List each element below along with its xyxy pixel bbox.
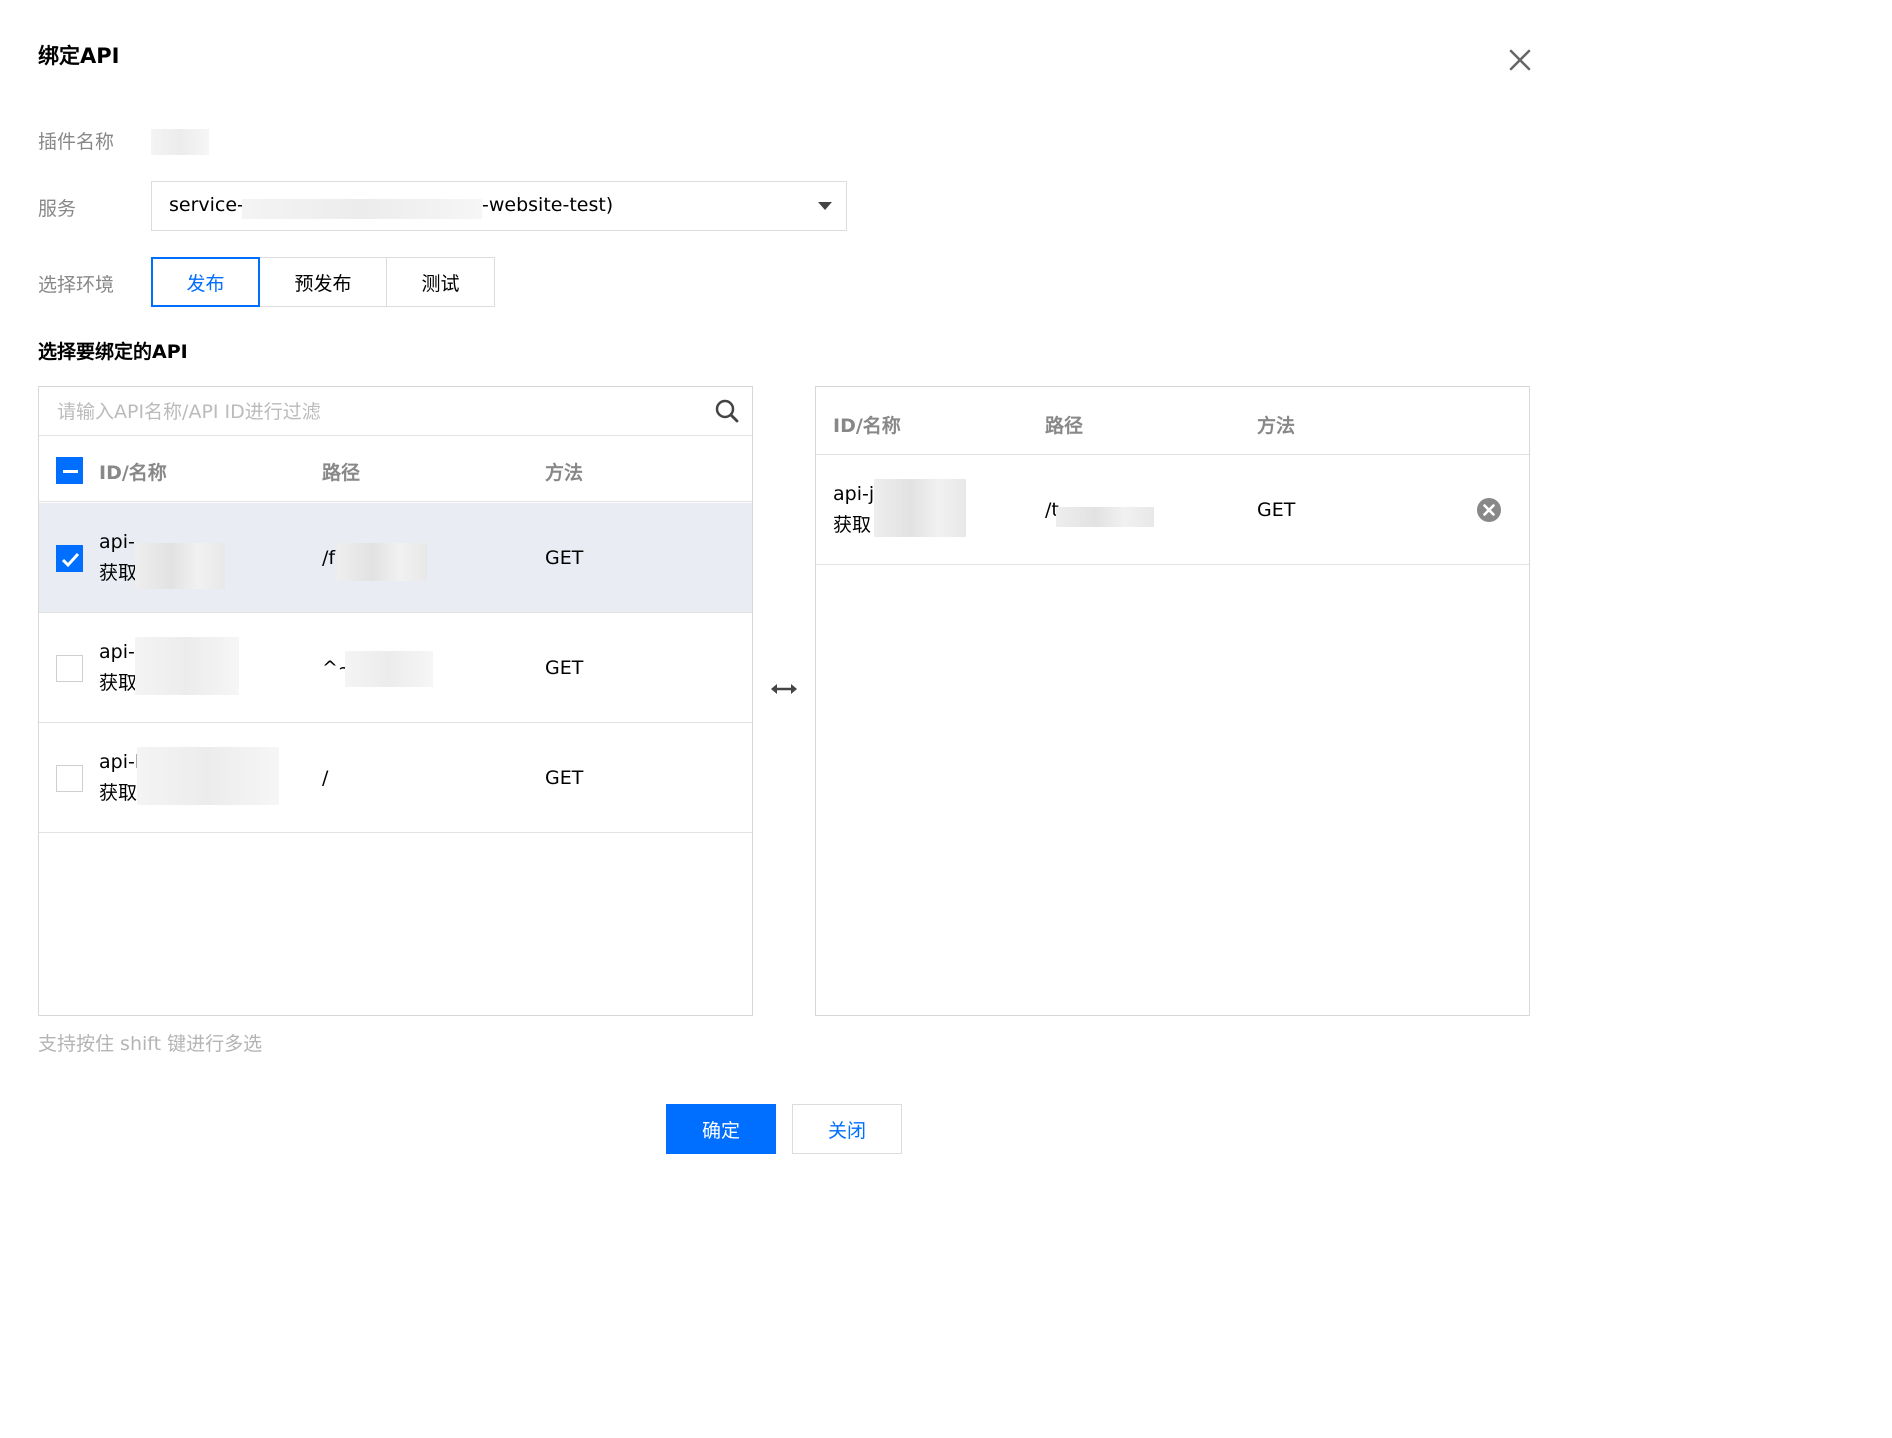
redacted-block	[137, 747, 279, 805]
table-row[interactable]: api-l 获取 / GET	[39, 723, 752, 833]
redacted-block	[1056, 507, 1154, 527]
env-tab-release[interactable]: 发布	[151, 257, 260, 307]
api-method: GET	[545, 547, 584, 569]
service-select-value-suffix: -website-test)	[482, 194, 614, 216]
env-tabs: 发布 预发布 测试	[151, 257, 495, 307]
env-tab-test[interactable]: 测试	[386, 257, 495, 307]
service-select[interactable]: service- -website-test)	[151, 181, 847, 231]
multi-select-hint: 支持按住 shift 键进行多选	[38, 1033, 263, 1055]
service-select-value-prefix: service-	[169, 194, 244, 216]
api-path: /	[322, 767, 329, 789]
row-id-name: api-l 获取	[99, 747, 140, 809]
dialog-title: 绑定API	[38, 44, 120, 68]
service-label: 服务	[38, 198, 77, 220]
table-header: ID/名称 路径 方法	[39, 436, 752, 502]
api-source-panel: ID/名称 路径 方法 api- 获取 /f GET api- 获取 ^~ GE…	[38, 386, 753, 1016]
api-id: api-	[99, 531, 135, 553]
select-all-checkbox[interactable]	[56, 457, 83, 484]
service-select-value-redacted	[242, 199, 482, 219]
row-id-name: api- 获取	[99, 527, 137, 589]
api-name: 获取	[99, 782, 138, 804]
column-header-path: 路径	[322, 462, 361, 484]
column-header-method: 方法	[1257, 415, 1296, 437]
row-id-name: api- 获取	[99, 637, 137, 699]
api-method: GET	[545, 657, 584, 679]
section-title: 选择要绑定的API	[38, 341, 188, 363]
api-selected-panel: ID/名称 路径 方法 api-j 获取 /t GET	[815, 386, 1530, 1016]
confirm-button[interactable]: 确定	[666, 1104, 776, 1154]
table-row[interactable]: api- 获取 /f GET	[39, 503, 752, 613]
column-header-id-name: ID/名称	[99, 462, 167, 484]
table-row: api-j 获取 /t GET	[816, 455, 1529, 565]
column-header-path: 路径	[1045, 415, 1084, 437]
redacted-block	[874, 479, 966, 537]
api-id: api-l	[99, 751, 141, 773]
close-button[interactable]: 关闭	[792, 1104, 902, 1154]
api-id: api-j	[833, 483, 875, 505]
api-path: /f	[322, 547, 336, 569]
search-input[interactable]	[57, 399, 697, 425]
plugin-name-label: 插件名称	[38, 131, 115, 153]
table-header: ID/名称 路径 方法	[816, 387, 1529, 455]
close-icon[interactable]	[1504, 44, 1536, 76]
redacted-block	[135, 543, 225, 589]
column-header-method: 方法	[545, 462, 584, 484]
redacted-block	[345, 651, 433, 687]
table-row[interactable]: api- 获取 ^~ GET	[39, 613, 752, 723]
api-name: 获取	[99, 672, 138, 694]
api-name: 获取	[833, 514, 872, 536]
env-tab-prerelease[interactable]: 预发布	[259, 257, 387, 307]
env-label: 选择环境	[38, 274, 115, 296]
plugin-name-value-redacted	[151, 129, 209, 155]
redacted-block	[337, 543, 427, 581]
row-checkbox[interactable]	[56, 545, 83, 572]
api-id: api-	[99, 641, 135, 663]
row-id-name: api-j 获取	[833, 479, 874, 541]
api-name: 获取	[99, 562, 138, 584]
api-method: GET	[545, 767, 584, 789]
search-icon[interactable]	[714, 398, 740, 424]
column-header-id-name: ID/名称	[833, 415, 901, 437]
redacted-block	[135, 637, 239, 695]
api-method: GET	[1257, 499, 1296, 521]
row-checkbox[interactable]	[56, 655, 83, 682]
chevron-down-icon	[818, 202, 832, 210]
search-row	[39, 387, 752, 436]
remove-icon[interactable]	[1476, 497, 1502, 523]
row-checkbox[interactable]	[56, 765, 83, 792]
transfer-icon	[769, 680, 799, 698]
